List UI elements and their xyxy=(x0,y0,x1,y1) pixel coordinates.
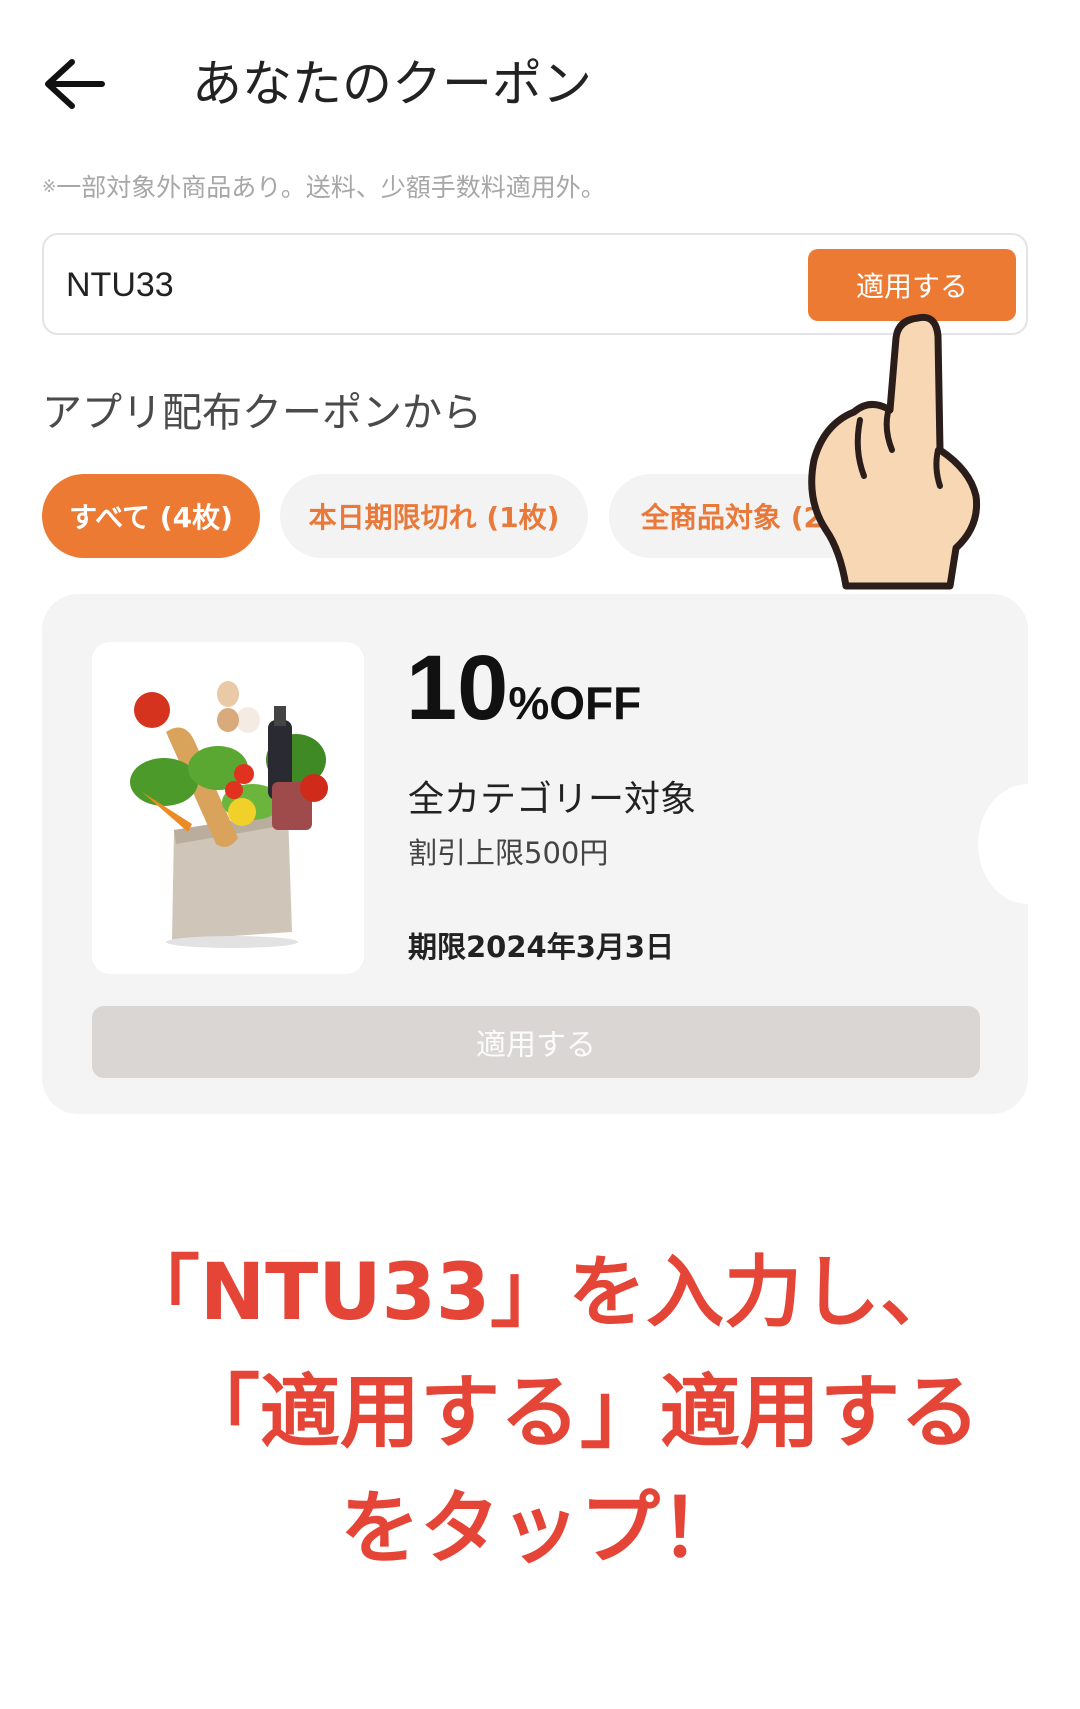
arrow-left-icon xyxy=(45,59,105,109)
note-mark: ※ xyxy=(42,177,57,197)
instruction-line-1: 「NTU33」を入力し、 xyxy=(121,1248,959,1338)
coupon-thumbnail xyxy=(92,642,364,974)
grocery-bag-image xyxy=(130,681,328,948)
instruction-line-2: 「適用する」適用する xyxy=(180,1366,980,1459)
discount-unit: %OFF xyxy=(508,677,642,729)
coupon-code-input[interactable] xyxy=(66,259,826,311)
coupon-limit: 割引上限500円 xyxy=(408,836,609,870)
filter-chip-expiring-today[interactable]: 本日期限切れ (1枚) xyxy=(280,474,588,558)
coupon-apply-button[interactable]: 適用する xyxy=(92,1006,980,1078)
coupon-card: 10%OFF 全カテゴリー対象 割引上限500円 期限2024年3月3日 適用す… xyxy=(42,594,1028,1114)
pointing-hand-icon xyxy=(808,313,981,590)
back-button[interactable] xyxy=(40,52,112,116)
coupon-expiry: 期限2024年3月3日 xyxy=(408,930,675,964)
page-title: あなたのクーポン xyxy=(192,55,592,113)
discount-amount: 10%OFF xyxy=(406,636,641,741)
section-title: アプリ配布クーポンから xyxy=(42,390,482,436)
coupon-category: 全カテゴリー対象 xyxy=(408,779,697,820)
ticket-notch xyxy=(978,784,1028,904)
instruction-line-3: をタップ！ xyxy=(340,1482,740,1575)
exclusion-note: ※一部対象外商品あり。送料、少額手数料適用外。 xyxy=(42,168,606,204)
filter-chip-all[interactable]: すべて (4枚) xyxy=(42,474,260,558)
note-text: 一部対象外商品あり。送料、少額手数料適用外。 xyxy=(56,173,606,202)
discount-number: 10 xyxy=(406,637,509,739)
